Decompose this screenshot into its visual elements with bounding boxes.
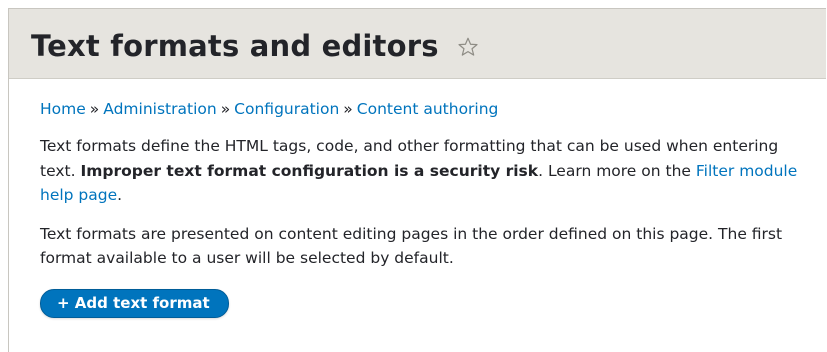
- breadcrumb-separator: »: [89, 100, 100, 118]
- intro-description: Text formats define the HTML tags, code,…: [40, 134, 800, 208]
- security-warning: Improper text format configuration is a …: [80, 161, 539, 180]
- breadcrumb-separator: »: [220, 100, 231, 118]
- breadcrumb-home-link[interactable]: Home: [40, 100, 86, 118]
- main-content: Home» Administration» Configuration» Conten…: [9, 79, 826, 318]
- intro-text-continued: . Learn more on the: [538, 161, 696, 180]
- page-frame: Text formats and editors Home» Administra…: [8, 8, 826, 352]
- star-icon[interactable]: [457, 31, 479, 56]
- breadcrumb-content-authoring-link[interactable]: Content authoring: [357, 100, 499, 118]
- page-header: Text formats and editors: [9, 9, 826, 79]
- page-title: Text formats and editors: [31, 25, 479, 63]
- breadcrumb-configuration-link[interactable]: Configuration: [234, 100, 339, 118]
- intro-text-end: .: [117, 186, 123, 204]
- page-title-text: Text formats and editors: [31, 28, 439, 63]
- breadcrumb-separator: »: [343, 100, 353, 118]
- breadcrumb: Home» Administration» Configuration» Conten…: [40, 98, 826, 120]
- add-text-format-button[interactable]: + Add text format: [40, 288, 229, 318]
- order-note: Text formats are presented on content ed…: [40, 224, 783, 268]
- breadcrumb-administration-link[interactable]: Administration: [103, 100, 216, 118]
